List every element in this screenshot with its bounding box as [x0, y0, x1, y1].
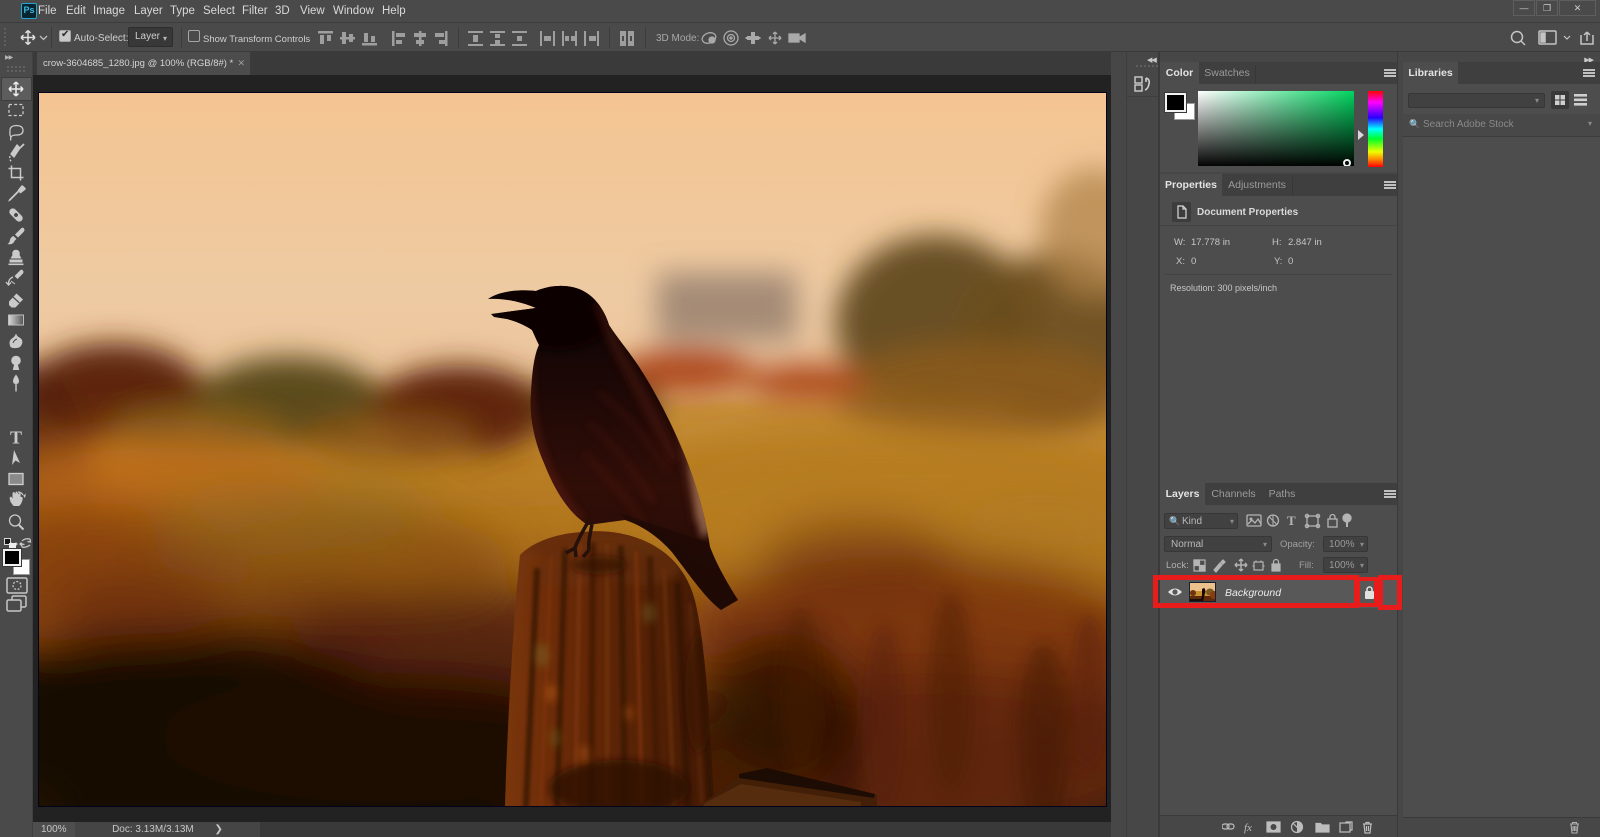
svg-text:T: T — [1287, 513, 1296, 528]
svg-text:fx: fx — [1244, 822, 1252, 834]
svg-text:T: T — [10, 428, 22, 448]
